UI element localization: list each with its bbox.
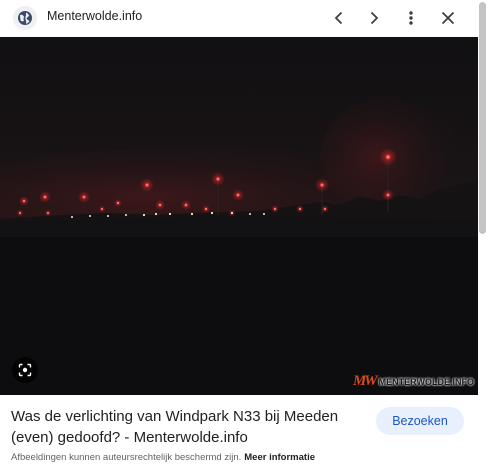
copyright-notice: Afbeeldingen kunnen auteursrechtelijk be… bbox=[11, 452, 315, 463]
scrollbar-thumb[interactable] bbox=[479, 2, 486, 234]
result-title[interactable]: Was de verlichting van Windpark N33 bij … bbox=[11, 406, 361, 448]
watermark-text: MENTERWOLDE.INFO bbox=[378, 376, 474, 387]
windpark-night-photo bbox=[0, 37, 478, 395]
next-button[interactable] bbox=[362, 6, 386, 30]
copyright-text: Afbeeldingen kunnen auteursrechtelijk be… bbox=[11, 452, 242, 463]
scrollbar[interactable] bbox=[478, 0, 486, 470]
lens-search-button[interactable] bbox=[12, 357, 38, 383]
visit-button[interactable]: Bezoeken bbox=[376, 407, 464, 435]
top-bar: Menterwolde.info bbox=[0, 0, 478, 36]
lens-icon bbox=[18, 363, 32, 377]
globe-icon bbox=[13, 6, 37, 30]
close-icon bbox=[441, 11, 455, 25]
more-options-button[interactable] bbox=[399, 6, 423, 30]
previous-button[interactable] bbox=[327, 6, 351, 30]
chevron-left-icon bbox=[334, 11, 343, 25]
more-vert-icon bbox=[409, 11, 413, 25]
result-image[interactable]: MW MENTERWOLDE.INFO bbox=[0, 37, 478, 395]
chevron-right-icon bbox=[370, 11, 379, 25]
close-button[interactable] bbox=[436, 6, 460, 30]
watermark: MW MENTERWOLDE.INFO bbox=[353, 373, 474, 390]
site-name: Menterwolde.info bbox=[47, 9, 143, 23]
watermark-logo: MW bbox=[352, 373, 378, 389]
more-info-link[interactable]: Meer informatie bbox=[244, 452, 315, 463]
